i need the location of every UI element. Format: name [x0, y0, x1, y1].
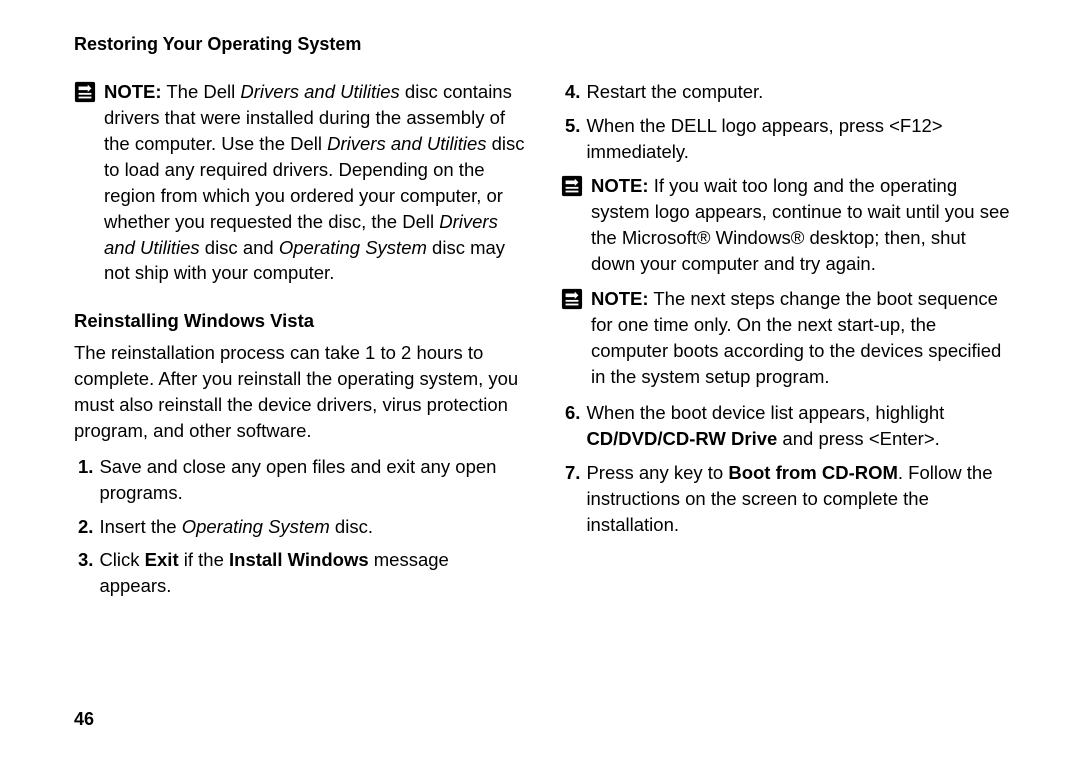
step-text: Press any key to Boot from CD-ROM. Follo… — [586, 460, 1012, 538]
step-number: 5. — [565, 113, 580, 165]
step-7: 7. Press any key to Boot from CD-ROM. Fo… — [561, 460, 1012, 538]
note-text: The Dell — [162, 81, 241, 102]
step-number: 2. — [78, 514, 93, 540]
note-body: NOTE: If you wait too long and the opera… — [591, 173, 1012, 277]
step-bold: Install Windows — [229, 549, 369, 570]
step-text-part: Click — [99, 549, 144, 570]
note-text: If you wait too long and the operating s… — [591, 175, 1010, 274]
step-5: 5. When the DELL logo appears, press <F1… — [561, 113, 1012, 165]
step-text: When the boot device list appears, highl… — [586, 400, 1012, 452]
step-number: 6. — [565, 400, 580, 452]
step-number: 1. — [78, 454, 93, 506]
note-label: NOTE: — [591, 175, 649, 196]
step-1: 1. Save and close any open files and exi… — [74, 454, 525, 506]
page-header: Restoring Your Operating System — [74, 32, 1012, 57]
step-4: 4. Restart the computer. — [561, 79, 1012, 105]
step-bold: Exit — [145, 549, 179, 570]
note-label: NOTE: — [591, 288, 649, 309]
heading-reinstalling-vista: Reinstalling Windows Vista — [74, 308, 525, 334]
step-text-part: Insert the — [99, 516, 181, 537]
step-text: Insert the Operating System disc. — [99, 514, 525, 540]
step-text-part: and press <Enter>. — [777, 428, 940, 449]
content-columns: NOTE: The Dell Drivers and Utilities dis… — [74, 79, 1012, 607]
note-drivers-utilities: NOTE: The Dell Drivers and Utilities dis… — [74, 79, 525, 286]
note-text: disc and — [200, 237, 279, 258]
note-italic: Operating System — [279, 237, 427, 258]
step-text: When the DELL logo appears, press <F12> … — [586, 113, 1012, 165]
note-body: NOTE: The next steps change the boot seq… — [591, 286, 1012, 390]
step-text-part: Press any key to — [586, 462, 728, 483]
note-icon — [561, 175, 583, 197]
step-2: 2. Insert the Operating System disc. — [74, 514, 525, 540]
note-label: NOTE: — [104, 81, 162, 102]
note-wait-too-long: NOTE: If you wait too long and the opera… — [561, 173, 1012, 277]
step-text: Restart the computer. — [586, 79, 1012, 105]
step-bold: Boot from CD-ROM — [728, 462, 898, 483]
step-number: 4. — [565, 79, 580, 105]
step-text: Save and close any open files and exit a… — [99, 454, 525, 506]
note-italic: Drivers and Utilities — [240, 81, 399, 102]
step-6: 6. When the boot device list appears, hi… — [561, 400, 1012, 452]
note-boot-sequence: NOTE: The next steps change the boot seq… — [561, 286, 1012, 390]
step-text-part: When the boot device list appears, highl… — [586, 402, 944, 423]
page-number: 46 — [74, 707, 94, 732]
step-text: Click Exit if the Install Windows messag… — [99, 547, 525, 599]
right-column: 4. Restart the computer. 5. When the DEL… — [561, 79, 1012, 607]
step-bold: CD/DVD/CD-RW Drive — [586, 428, 777, 449]
paragraph-reinstall-info: The reinstallation process can take 1 to… — [74, 340, 525, 444]
note-body: NOTE: The Dell Drivers and Utilities dis… — [104, 79, 525, 286]
note-text: The next steps change the boot sequence … — [591, 288, 1001, 387]
note-icon — [561, 288, 583, 310]
left-column: NOTE: The Dell Drivers and Utilities dis… — [74, 79, 525, 607]
step-text-part: if the — [179, 549, 229, 570]
step-number: 7. — [565, 460, 580, 538]
step-3: 3. Click Exit if the Install Windows mes… — [74, 547, 525, 599]
note-icon — [74, 81, 96, 103]
step-text-part: disc. — [330, 516, 373, 537]
step-number: 3. — [78, 547, 93, 599]
note-italic: Drivers and Utilities — [327, 133, 486, 154]
step-italic: Operating System — [182, 516, 330, 537]
